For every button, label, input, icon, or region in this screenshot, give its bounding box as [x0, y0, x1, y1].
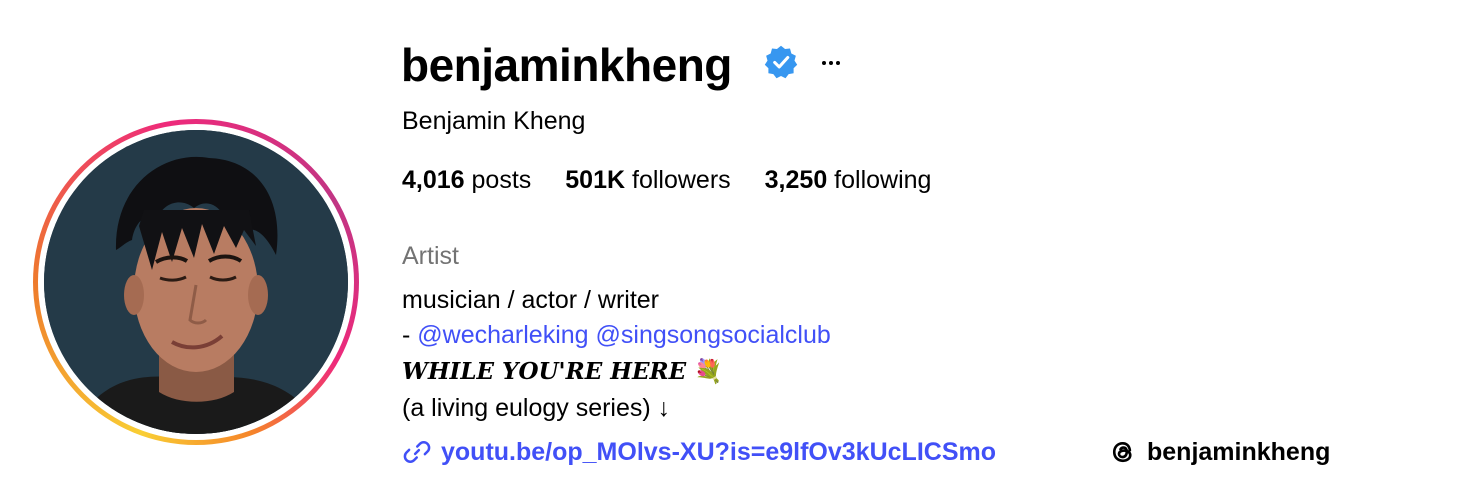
followers-link[interactable]: 501K followers [565, 164, 730, 196]
avatar[interactable] [44, 130, 348, 434]
avatar-story-ring[interactable] [33, 119, 359, 445]
profile-category: Artist [402, 242, 459, 270]
verified-badge-icon [764, 45, 798, 79]
mention-link-singsongsocialclub[interactable]: @singsongsocialclub [596, 321, 831, 349]
profile-stats: 4,016 posts 501K followers 3,250 followi… [402, 164, 965, 196]
bio-line-3-text: WHILE YOU'RE HERE [402, 358, 687, 385]
posts-count: 4,016 posts [402, 164, 531, 196]
website-link-row[interactable]: youtu.be/op_MOlvs-XU?is=e9lfOv3kUcLICSmo [402, 434, 996, 470]
more-options-button[interactable] [816, 48, 846, 78]
posts-count-label: posts [471, 166, 532, 194]
bio-line-2-prefix: - [402, 321, 418, 349]
mention-link-wecharleking[interactable]: @wecharleking [417, 321, 588, 349]
threads-handle: benjaminkheng [1147, 437, 1331, 466]
bio-line-2: - @wecharleking @singsongsocialclub [402, 320, 831, 350]
following-count-label: following [834, 166, 932, 194]
link-icon [403, 441, 431, 463]
threads-link[interactable]: benjaminkheng [1108, 434, 1330, 470]
more-options-icon-dot [829, 61, 833, 65]
following-count-value: 3,250 [764, 166, 828, 194]
more-options-icon [822, 61, 826, 65]
bio-line-1: musician / actor / writer [402, 286, 660, 314]
profile-photo [44, 130, 348, 434]
posts-count-value: 4,016 [402, 166, 465, 194]
bouquet-emoji: 💐 [694, 359, 723, 385]
following-link[interactable]: 3,250 following [765, 164, 932, 196]
bio-line-3: WHILE YOU'RE HERE 💐 [402, 357, 723, 387]
bio-line-4: (a living eulogy series) ↓ [402, 394, 671, 422]
website-link[interactable]: youtu.be/op_MOlvs-XU?is=e9lfOv3kUcLICSmo [441, 438, 996, 467]
followers-count-value: 501K [565, 166, 626, 194]
threads-icon [1112, 441, 1132, 463]
profile-full-name: Benjamin Kheng [402, 107, 586, 135]
followers-count-label: followers [632, 166, 731, 194]
profile-username: benjaminkheng [401, 39, 732, 91]
more-options-icon-dot [836, 61, 840, 65]
